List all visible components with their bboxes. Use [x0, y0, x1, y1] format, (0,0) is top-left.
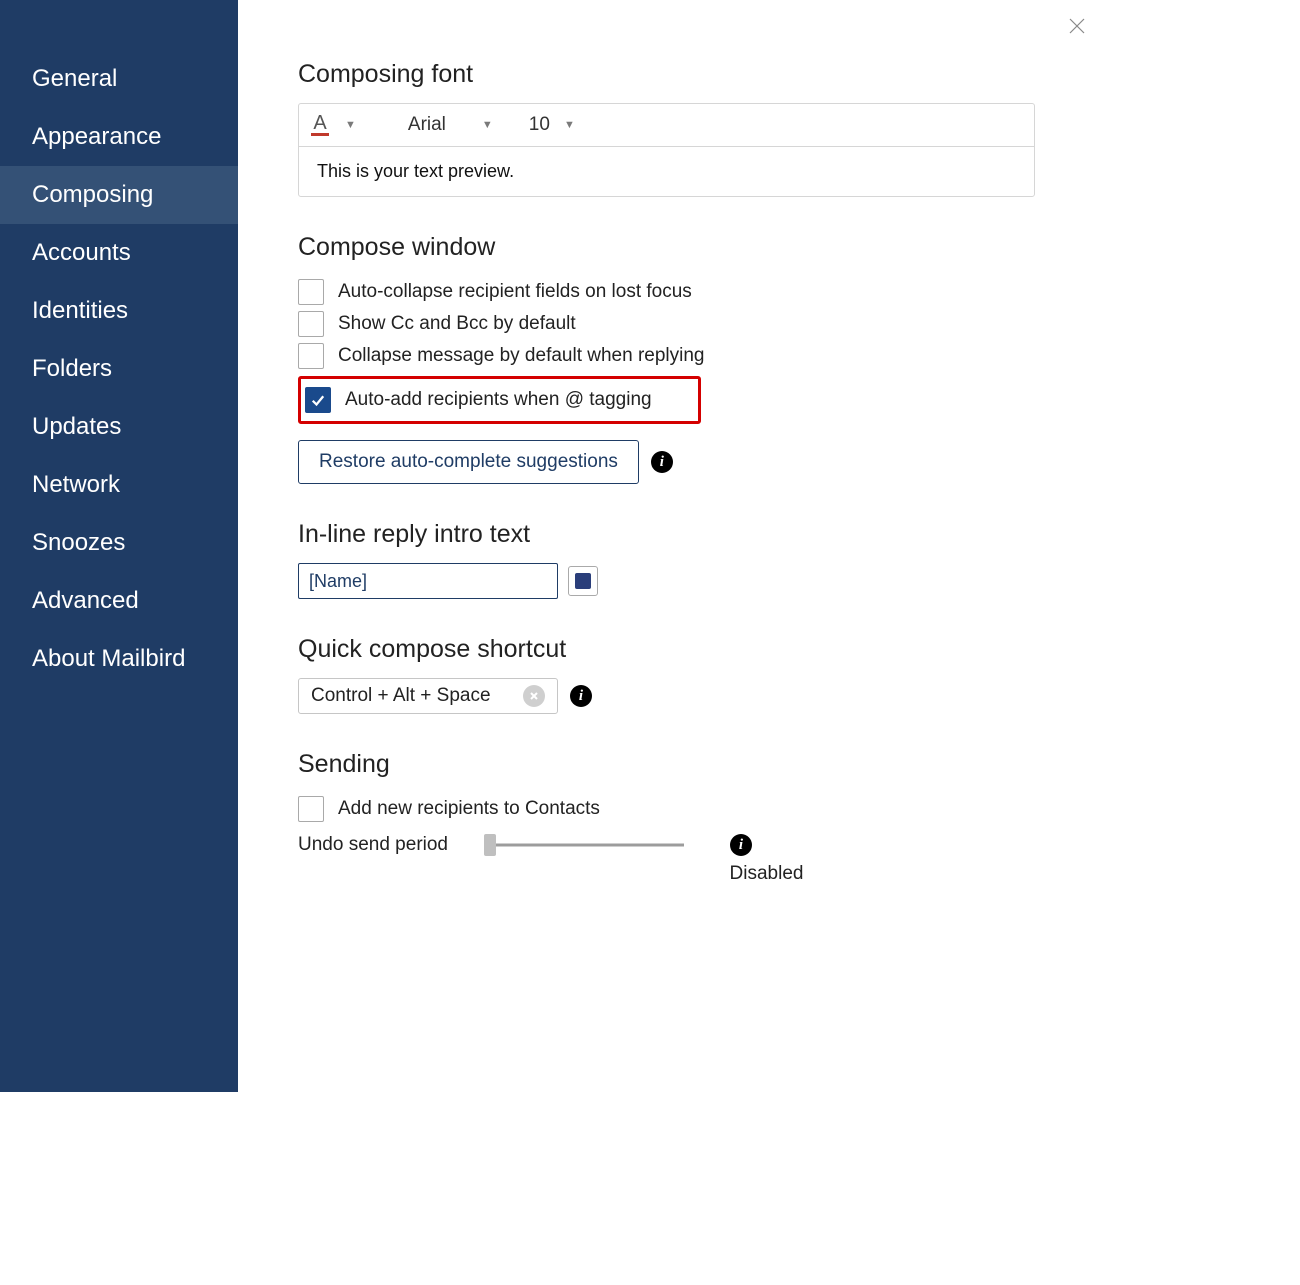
settings-sidebar: General Appearance Composing Accounts Id… [0, 0, 238, 1092]
font-size-value: 10 [529, 114, 550, 136]
compose-window-heading: Compose window [298, 233, 1035, 262]
undo-send-slider[interactable] [484, 833, 684, 857]
info-icon[interactable]: i [651, 451, 673, 473]
sidebar-item-appearance[interactable]: Appearance [0, 108, 238, 166]
info-icon[interactable]: i [570, 685, 592, 707]
font-size-select[interactable]: 10 ▼ [529, 114, 581, 136]
checkbox-auto-add-tagging[interactable] [305, 387, 331, 413]
font-family-caret-icon: ▼ [476, 119, 499, 131]
option-show-cc-bcc: Show Cc and Bcc by default [298, 308, 1035, 340]
undo-send-label: Undo send period [298, 834, 468, 856]
checkbox-collapse-reply[interactable] [298, 343, 324, 369]
label-collapse-reply: Collapse message by default when replyin… [338, 345, 705, 367]
label-auto-add-tagging: Auto-add recipients when @ tagging [345, 389, 692, 411]
sidebar-item-identities[interactable]: Identities [0, 282, 238, 340]
shortcut-value: Control + Alt + Space [311, 685, 491, 707]
sidebar-item-updates[interactable]: Updates [0, 398, 238, 456]
sidebar-item-network[interactable]: Network [0, 456, 238, 514]
option-auto-add-tagging: Auto-add recipients when @ tagging [305, 384, 692, 416]
font-color-bar-icon [311, 133, 329, 136]
sidebar-item-accounts[interactable]: Accounts [0, 224, 238, 282]
font-size-caret-icon: ▼ [558, 119, 581, 131]
sidebar-item-general[interactable]: General [0, 50, 238, 108]
clear-shortcut-icon[interactable] [523, 685, 545, 707]
quick-compose-heading: Quick compose shortcut [298, 635, 1035, 664]
checkbox-add-recipients-contacts[interactable] [298, 796, 324, 822]
option-collapse-reply: Collapse message by default when replyin… [298, 340, 1035, 372]
sidebar-item-composing[interactable]: Composing [0, 166, 238, 224]
checkbox-auto-collapse[interactable] [298, 279, 324, 305]
inline-reply-input[interactable] [298, 563, 558, 599]
info-icon[interactable]: i [730, 834, 752, 856]
shortcut-input[interactable]: Control + Alt + Space [298, 678, 558, 714]
restore-suggestions-button[interactable]: Restore auto-complete suggestions [298, 440, 639, 484]
label-show-cc-bcc: Show Cc and Bcc by default [338, 313, 576, 335]
slider-thumb-icon [484, 834, 496, 856]
highlight-auto-add-tagging: Auto-add recipients when @ tagging [298, 376, 701, 424]
settings-main-panel: Composing font A ▼ Arial ▼ 10 ▼ This is … [238, 0, 1105, 1092]
inline-reply-color-button[interactable] [568, 566, 598, 596]
composing-font-heading: Composing font [298, 60, 1035, 89]
option-auto-collapse: Auto-collapse recipient fields on lost f… [298, 276, 1035, 308]
color-swatch-icon [575, 573, 591, 589]
close-icon[interactable] [1067, 16, 1087, 36]
font-family-value: Arial [408, 114, 446, 136]
composing-font-box: A ▼ Arial ▼ 10 ▼ This is your text previ… [298, 103, 1035, 197]
font-color-a-icon: A [313, 114, 326, 132]
font-color-button[interactable]: A [311, 114, 329, 136]
sidebar-item-snoozes[interactable]: Snoozes [0, 514, 238, 572]
sidebar-item-advanced[interactable]: Advanced [0, 572, 238, 630]
font-toolbar: A ▼ Arial ▼ 10 ▼ [299, 104, 1034, 147]
sending-heading: Sending [298, 750, 1035, 779]
option-add-recipients-contacts: Add new recipients to Contacts [298, 793, 1035, 825]
label-add-recipients-contacts: Add new recipients to Contacts [338, 798, 600, 820]
sidebar-item-folders[interactable]: Folders [0, 340, 238, 398]
checkbox-show-cc-bcc[interactable] [298, 311, 324, 337]
label-auto-collapse: Auto-collapse recipient fields on lost f… [338, 281, 692, 303]
undo-send-value: Disabled [498, 863, 1035, 885]
inline-reply-heading: In-line reply intro text [298, 520, 1035, 549]
font-preview-text: This is your text preview. [299, 147, 1034, 196]
font-family-select[interactable]: Arial ▼ [408, 114, 499, 136]
sidebar-item-about[interactable]: About Mailbird [0, 630, 238, 688]
font-color-caret-icon[interactable]: ▼ [339, 119, 362, 131]
slider-track [484, 844, 684, 847]
